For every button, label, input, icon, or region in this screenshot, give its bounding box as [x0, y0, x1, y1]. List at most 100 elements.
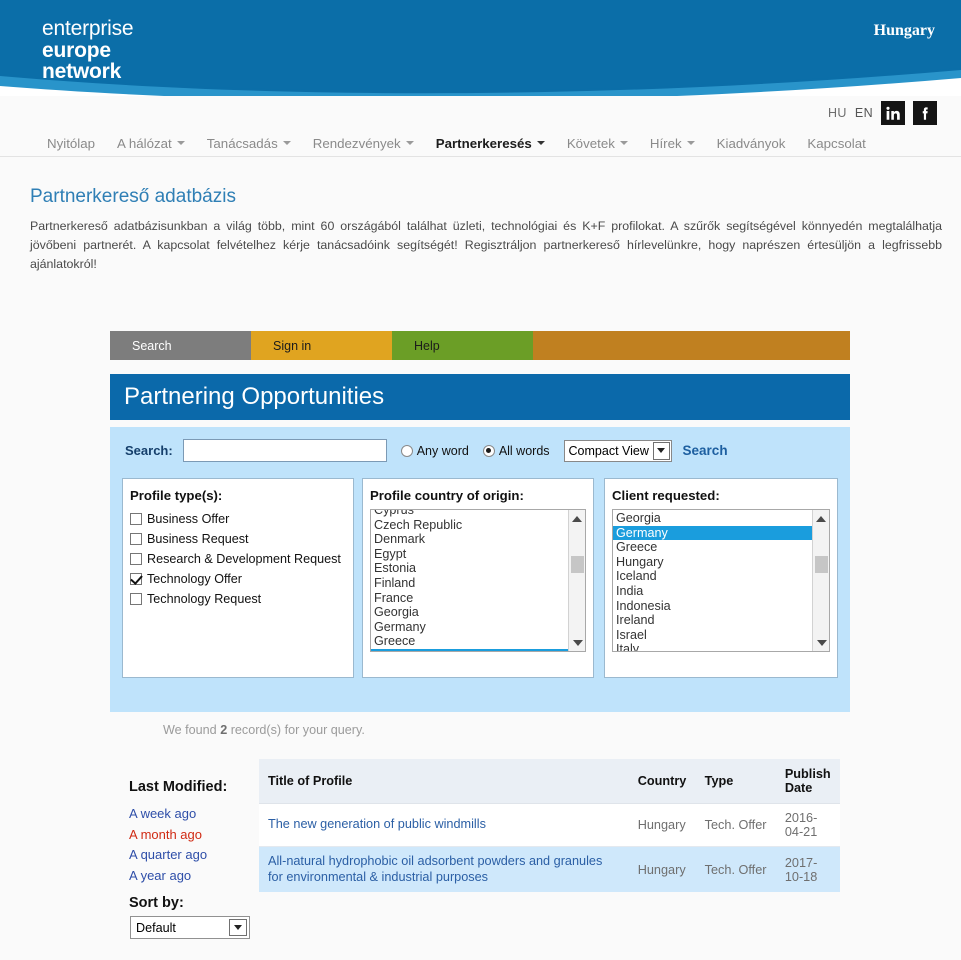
profile-link[interactable]: All-natural hydrophobic oil adsorbent po…: [268, 854, 620, 885]
filter-link-a-month-ago[interactable]: A month ago: [129, 825, 207, 846]
logo[interactable]: enterprise europe network: [42, 18, 134, 84]
profile-types-title: Profile type(s):: [130, 488, 223, 503]
checkbox-label: Business Request: [147, 532, 249, 546]
radio-icon-selected: [482, 444, 495, 457]
nav-item-kiadvanyok[interactable]: Kiadványok: [706, 136, 797, 151]
cell-publish-date: 2017-10-18: [775, 846, 840, 892]
nav-item-hirek[interactable]: Hírek: [639, 136, 706, 151]
view-mode-select[interactable]: Compact View: [563, 439, 672, 462]
checkbox-business-offer[interactable]: Business Offer: [123, 509, 353, 529]
nav-item-tanacsadas[interactable]: Tanácsadás: [196, 136, 302, 151]
lang-switch-en[interactable]: EN: [855, 106, 873, 120]
scrollbar-thumb[interactable]: [815, 556, 828, 573]
chevron-down-icon: [282, 141, 291, 145]
list-item[interactable]: Iceland: [613, 569, 812, 584]
linkedin-icon[interactable]: [881, 101, 905, 125]
list-item[interactable]: Ireland: [613, 613, 812, 628]
filter-link-a-week-ago[interactable]: A week ago: [129, 804, 207, 825]
nav-item-rendezvenyek[interactable]: Rendezvények: [302, 136, 425, 151]
profile-link[interactable]: The new generation of public windmills: [268, 817, 620, 833]
cell-title: The new generation of public windmills: [259, 803, 629, 847]
nav-item-kovetek[interactable]: Követek: [556, 136, 639, 151]
list-item[interactable]: Greece: [371, 634, 568, 649]
cell-type: Tech. Offer: [695, 846, 776, 892]
lang-switch-hu[interactable]: HU: [828, 106, 847, 120]
list-item[interactable]: India: [613, 584, 812, 599]
listbox-scrollbar[interactable]: [568, 510, 585, 651]
checkbox-technology-offer[interactable]: Technology Offer: [123, 569, 353, 589]
checkbox-icon: [130, 513, 142, 525]
checkbox-label: Technology Offer: [147, 572, 242, 586]
scroll-up-icon[interactable]: [813, 510, 829, 527]
scrollbar-thumb[interactable]: [571, 556, 584, 573]
search-button[interactable]: Search: [683, 443, 728, 458]
filter-link-a-quarter-ago[interactable]: A quarter ago: [129, 845, 207, 866]
list-item[interactable]: Estonia: [371, 561, 568, 576]
radio-all-words[interactable]: All words: [482, 444, 550, 458]
checkbox-business-request[interactable]: Business Request: [123, 529, 353, 549]
column-header-type[interactable]: Type: [695, 759, 776, 804]
scroll-up-icon[interactable]: [569, 510, 585, 527]
nav-item-a-halozat[interactable]: A hálózat: [106, 136, 196, 151]
tab-help[interactable]: Help: [392, 331, 533, 360]
list-item[interactable]: Hungary: [613, 555, 812, 570]
checkbox-research-development-request[interactable]: Research & Development Request: [123, 549, 353, 569]
scroll-down-icon[interactable]: [569, 634, 585, 651]
facebook-icon[interactable]: [913, 101, 937, 125]
sort-by-select[interactable]: Default: [130, 916, 250, 939]
radio-any-word[interactable]: Any word: [400, 443, 469, 458]
chevron-down-icon: [619, 141, 628, 145]
radio-icon: [400, 444, 413, 457]
list-item[interactable]: Egypt: [371, 547, 568, 562]
filter-link-a-year-ago[interactable]: A year ago: [129, 866, 207, 887]
list-item[interactable]: France: [371, 591, 568, 606]
nav-label: Rendezvények: [312, 135, 401, 151]
column-header-publish-date[interactable]: Publish Date: [775, 759, 840, 804]
cell-country: Hungary: [628, 846, 696, 892]
list-item[interactable]: Indonesia: [613, 599, 812, 614]
table-header-row: Title of Profile Country Type Publish Da…: [259, 759, 840, 804]
chevron-down-icon: [176, 141, 185, 145]
logo-line-3: network: [42, 60, 122, 84]
nav-item-kapcsolat[interactable]: Kapcsolat: [796, 136, 876, 151]
listbox-items: Cyprus Czech Republic Denmark Egypt Esto…: [371, 510, 568, 651]
list-item[interactable]: Georgia: [613, 511, 812, 526]
checkbox-label: Technology Request: [147, 592, 262, 606]
table-row[interactable]: All-natural hydrophobic oil adsorbent po…: [259, 846, 840, 892]
column-header-country[interactable]: Country: [628, 759, 696, 804]
last-modified-links: A week ago A month ago A quarter ago A y…: [129, 804, 207, 886]
list-item[interactable]: Georgia: [371, 605, 568, 620]
chevron-down-icon: [536, 141, 545, 145]
nav-label: Hírek: [649, 135, 682, 151]
list-item[interactable]: Italy: [613, 642, 812, 651]
nav-item-nyitolap[interactable]: Nyitólap: [36, 136, 106, 151]
list-item[interactable]: Germany: [371, 620, 568, 635]
tab-search[interactable]: Search: [110, 331, 251, 360]
list-item[interactable]: Israel: [613, 628, 812, 643]
scroll-down-icon[interactable]: [813, 634, 829, 651]
client-requested-listbox[interactable]: Georgia Germany Greece Hungary Iceland I…: [612, 509, 830, 652]
chevron-down-icon: [686, 141, 695, 145]
search-input[interactable]: [182, 439, 387, 462]
list-item[interactable]: Greece: [613, 540, 812, 555]
list-item[interactable]: Finland: [371, 576, 568, 591]
tab-sign-in[interactable]: Sign in: [251, 331, 392, 360]
cell-publish-date: 2016-04-21: [775, 803, 840, 847]
country-of-origin-listbox[interactable]: Cyprus Czech Republic Denmark Egypt Esto…: [370, 509, 586, 652]
listbox-scrollbar[interactable]: [812, 510, 829, 651]
results-table: Title of Profile Country Type Publish Da…: [259, 759, 840, 892]
list-item-selected[interactable]: Hungary: [371, 648, 568, 651]
list-item[interactable]: Cyprus: [371, 510, 568, 518]
results-table-head: Title of Profile Country Type Publish Da…: [259, 759, 840, 804]
column-header-title[interactable]: Title of Profile: [259, 759, 629, 804]
list-item[interactable]: Denmark: [371, 532, 568, 547]
nav-label: Partnerkeresés: [435, 135, 532, 151]
list-item-selected[interactable]: Germany: [613, 525, 812, 541]
checkbox-technology-request[interactable]: Technology Request: [123, 589, 353, 609]
view-mode-value: Compact View: [568, 443, 649, 458]
nav-item-partnerkereses[interactable]: Partnerkeresés: [425, 136, 556, 151]
table-row[interactable]: The new generation of public windmills H…: [259, 803, 840, 847]
radio-any-word-label: Any word: [416, 443, 469, 458]
search-label: Search:: [125, 443, 173, 458]
list-item[interactable]: Czech Republic: [371, 518, 568, 533]
